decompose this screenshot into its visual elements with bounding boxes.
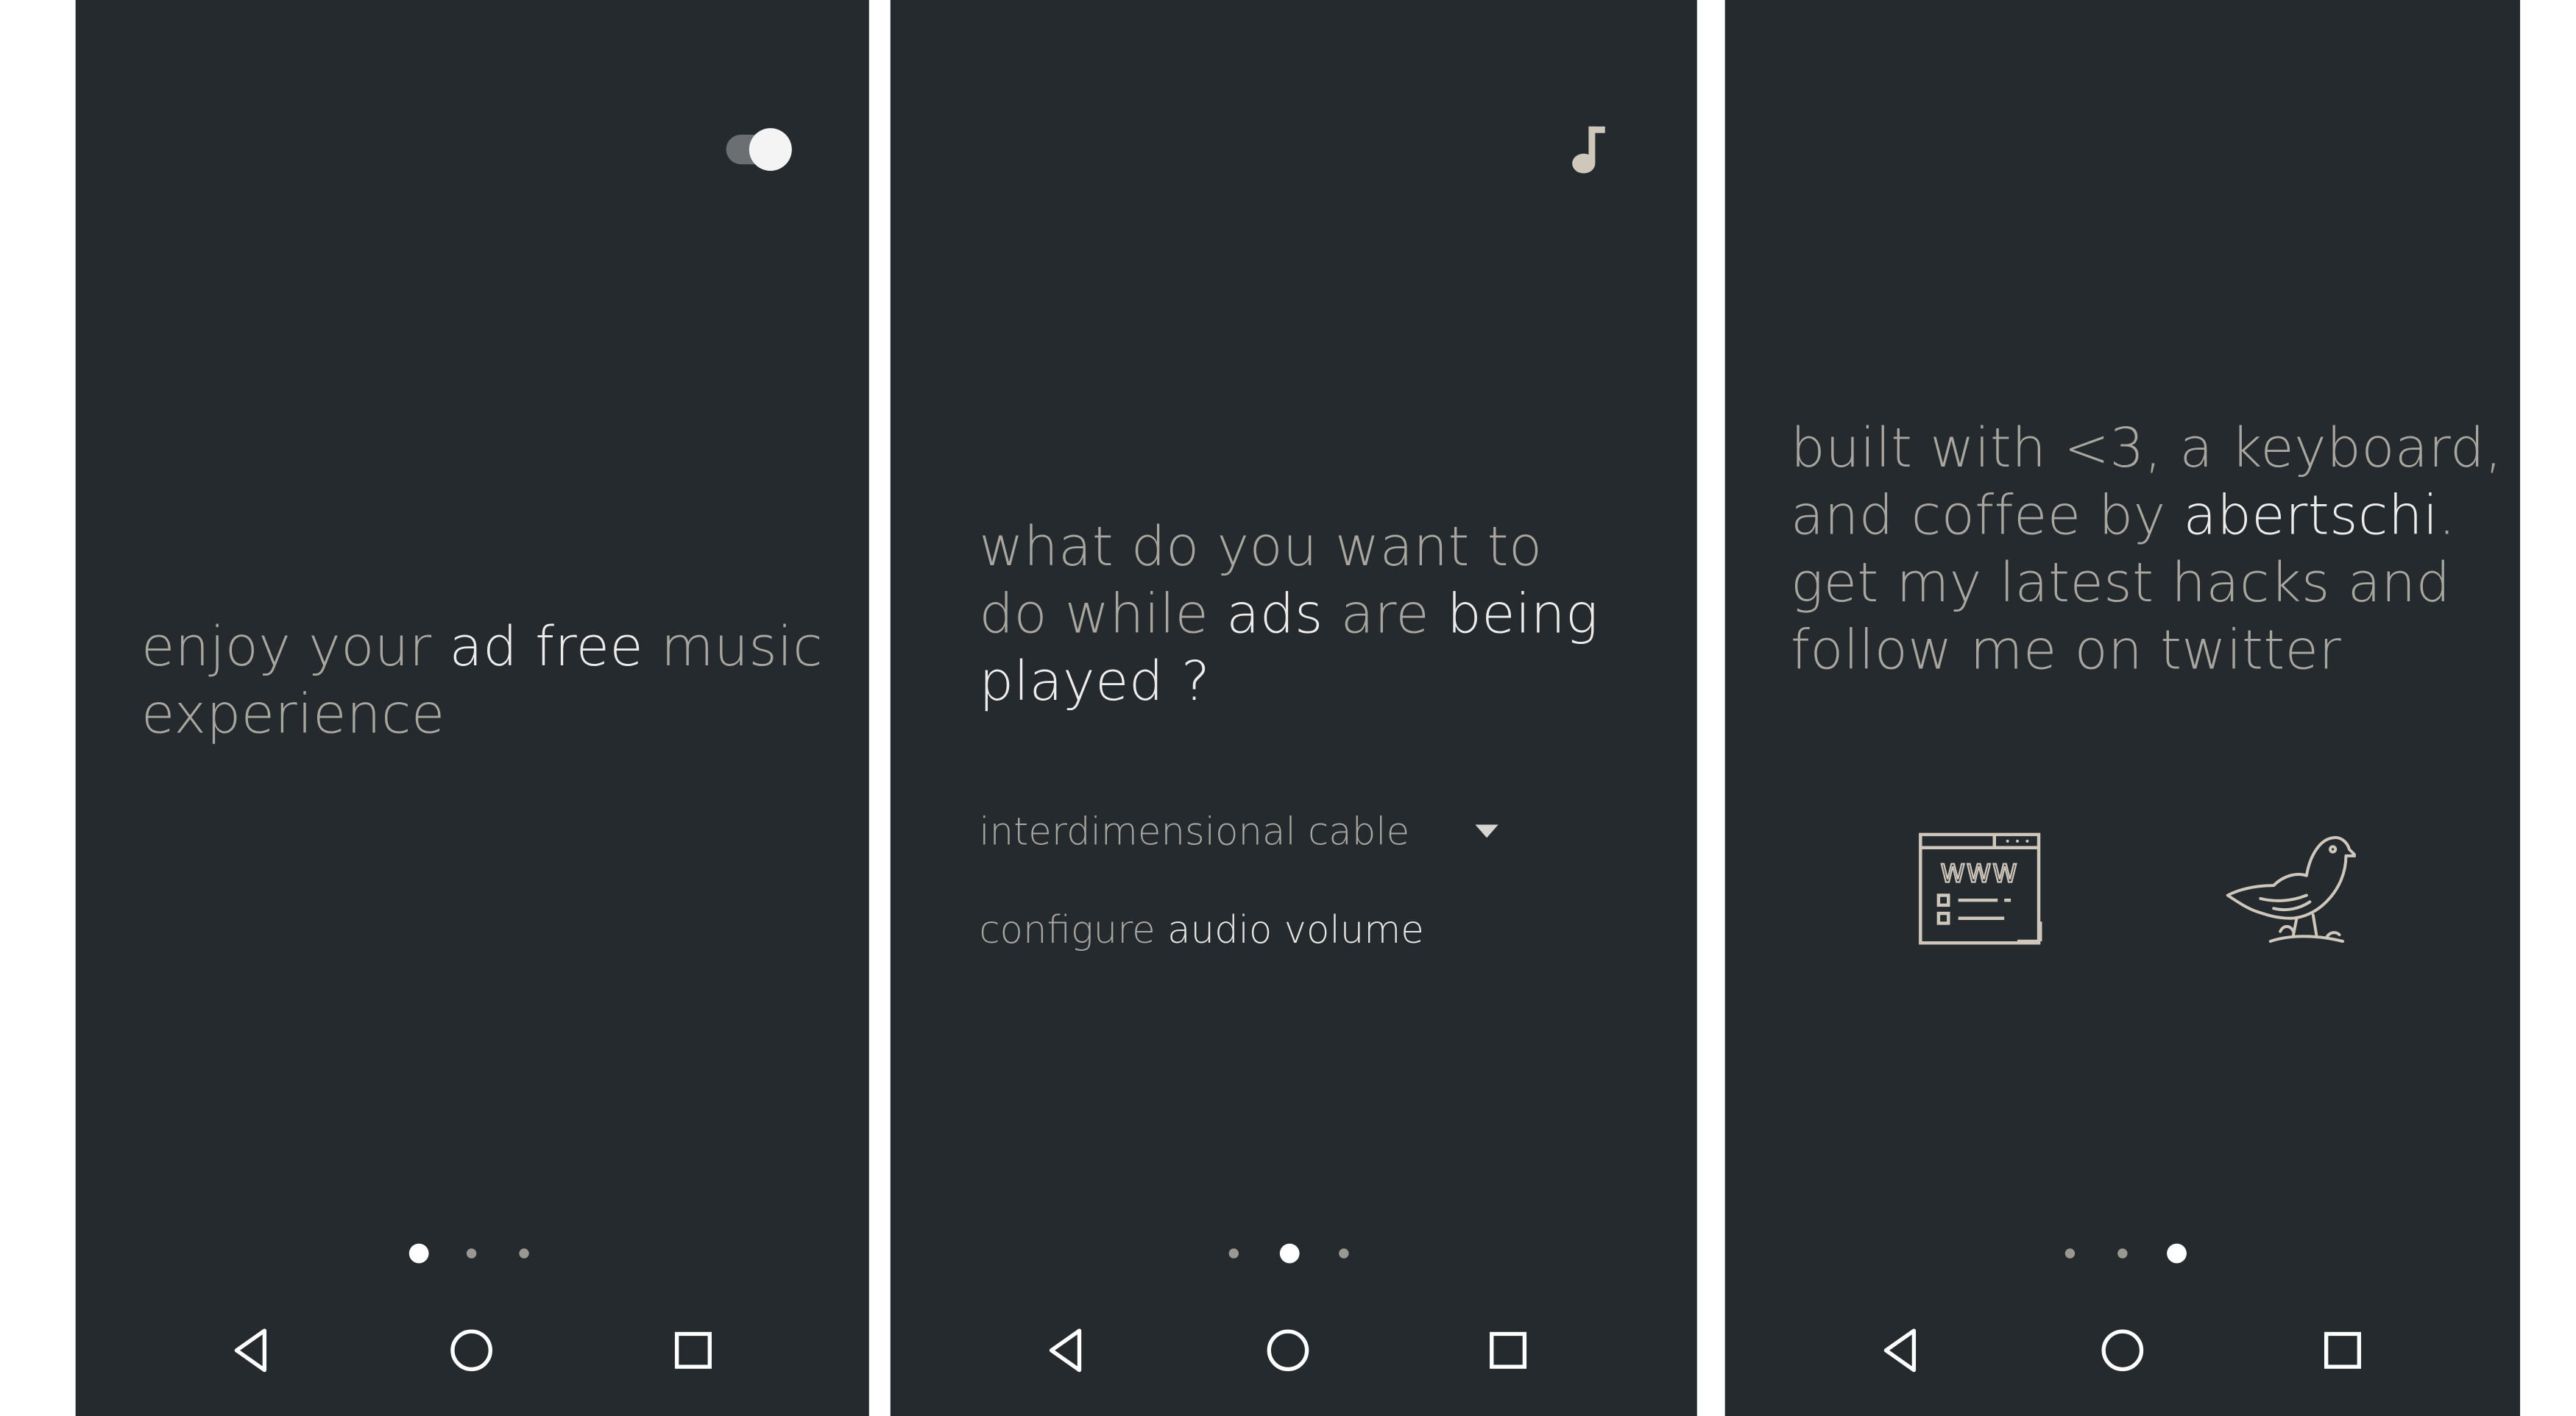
configure-audio-volume-link[interactable]: configure audio volume [979, 910, 1424, 953]
dropdown-arrow-icon [1475, 824, 1498, 838]
page-dot[interactable] [512, 1242, 535, 1264]
twitter-bird-icon[interactable] [2224, 826, 2356, 952]
recents-icon[interactable] [664, 1321, 723, 1380]
page-dot[interactable] [2059, 1242, 2081, 1264]
back-icon[interactable] [1036, 1321, 1095, 1380]
recents-icon[interactable] [1479, 1321, 1538, 1380]
onboarding-screen-3: built with <3, a keyboard, and coffee by … [1724, 0, 2521, 1416]
website-icon[interactable]: WWW [1916, 829, 2048, 951]
back-icon[interactable] [1871, 1321, 1930, 1380]
home-icon[interactable] [1259, 1321, 1317, 1380]
dropdown-selected-value: interdimensional cable [979, 811, 1410, 854]
page-dot-active[interactable] [1278, 1242, 1301, 1264]
screen-3-headline: built with <3, a keyboard, and coffee by … [1790, 415, 2502, 682]
onboarding-screen-1: enjoy your ad free music experience [75, 0, 869, 1416]
home-icon[interactable] [442, 1321, 500, 1380]
page-dot-active[interactable] [2165, 1242, 2188, 1264]
system-navigation-bar [891, 1301, 1697, 1416]
system-navigation-bar [76, 1301, 869, 1416]
screen-2-headline: what do you want to do while ads are bein… [979, 514, 1599, 713]
recents-icon[interactable] [2313, 1321, 2372, 1380]
page-dot-active[interactable] [408, 1242, 431, 1264]
home-icon[interactable] [2093, 1321, 2152, 1380]
screen-1-headline: enjoy your ad free music experience [141, 614, 824, 746]
system-navigation-bar [1725, 1301, 2520, 1416]
page-dot[interactable] [1222, 1242, 1245, 1264]
ad-blocking-toggle[interactable] [726, 128, 799, 174]
onboarding-screen-2: what do you want to do while ads are bein… [890, 0, 1697, 1416]
ad-action-dropdown[interactable]: interdimensional cable [979, 801, 1508, 867]
page-dot[interactable] [1332, 1242, 1355, 1264]
toggle-thumb [749, 128, 792, 171]
page-dot[interactable] [2111, 1242, 2134, 1264]
configure-label: configure [979, 910, 1156, 953]
page-dot[interactable] [460, 1242, 483, 1264]
music-note-icon[interactable] [1560, 121, 1610, 180]
screenshot-collage: enjoy your ad free music experience what … [0, 0, 2576, 1416]
www-label: WWW [1941, 860, 2019, 888]
back-icon[interactable] [222, 1321, 280, 1380]
audio-volume-label: audio volume [1167, 910, 1424, 953]
